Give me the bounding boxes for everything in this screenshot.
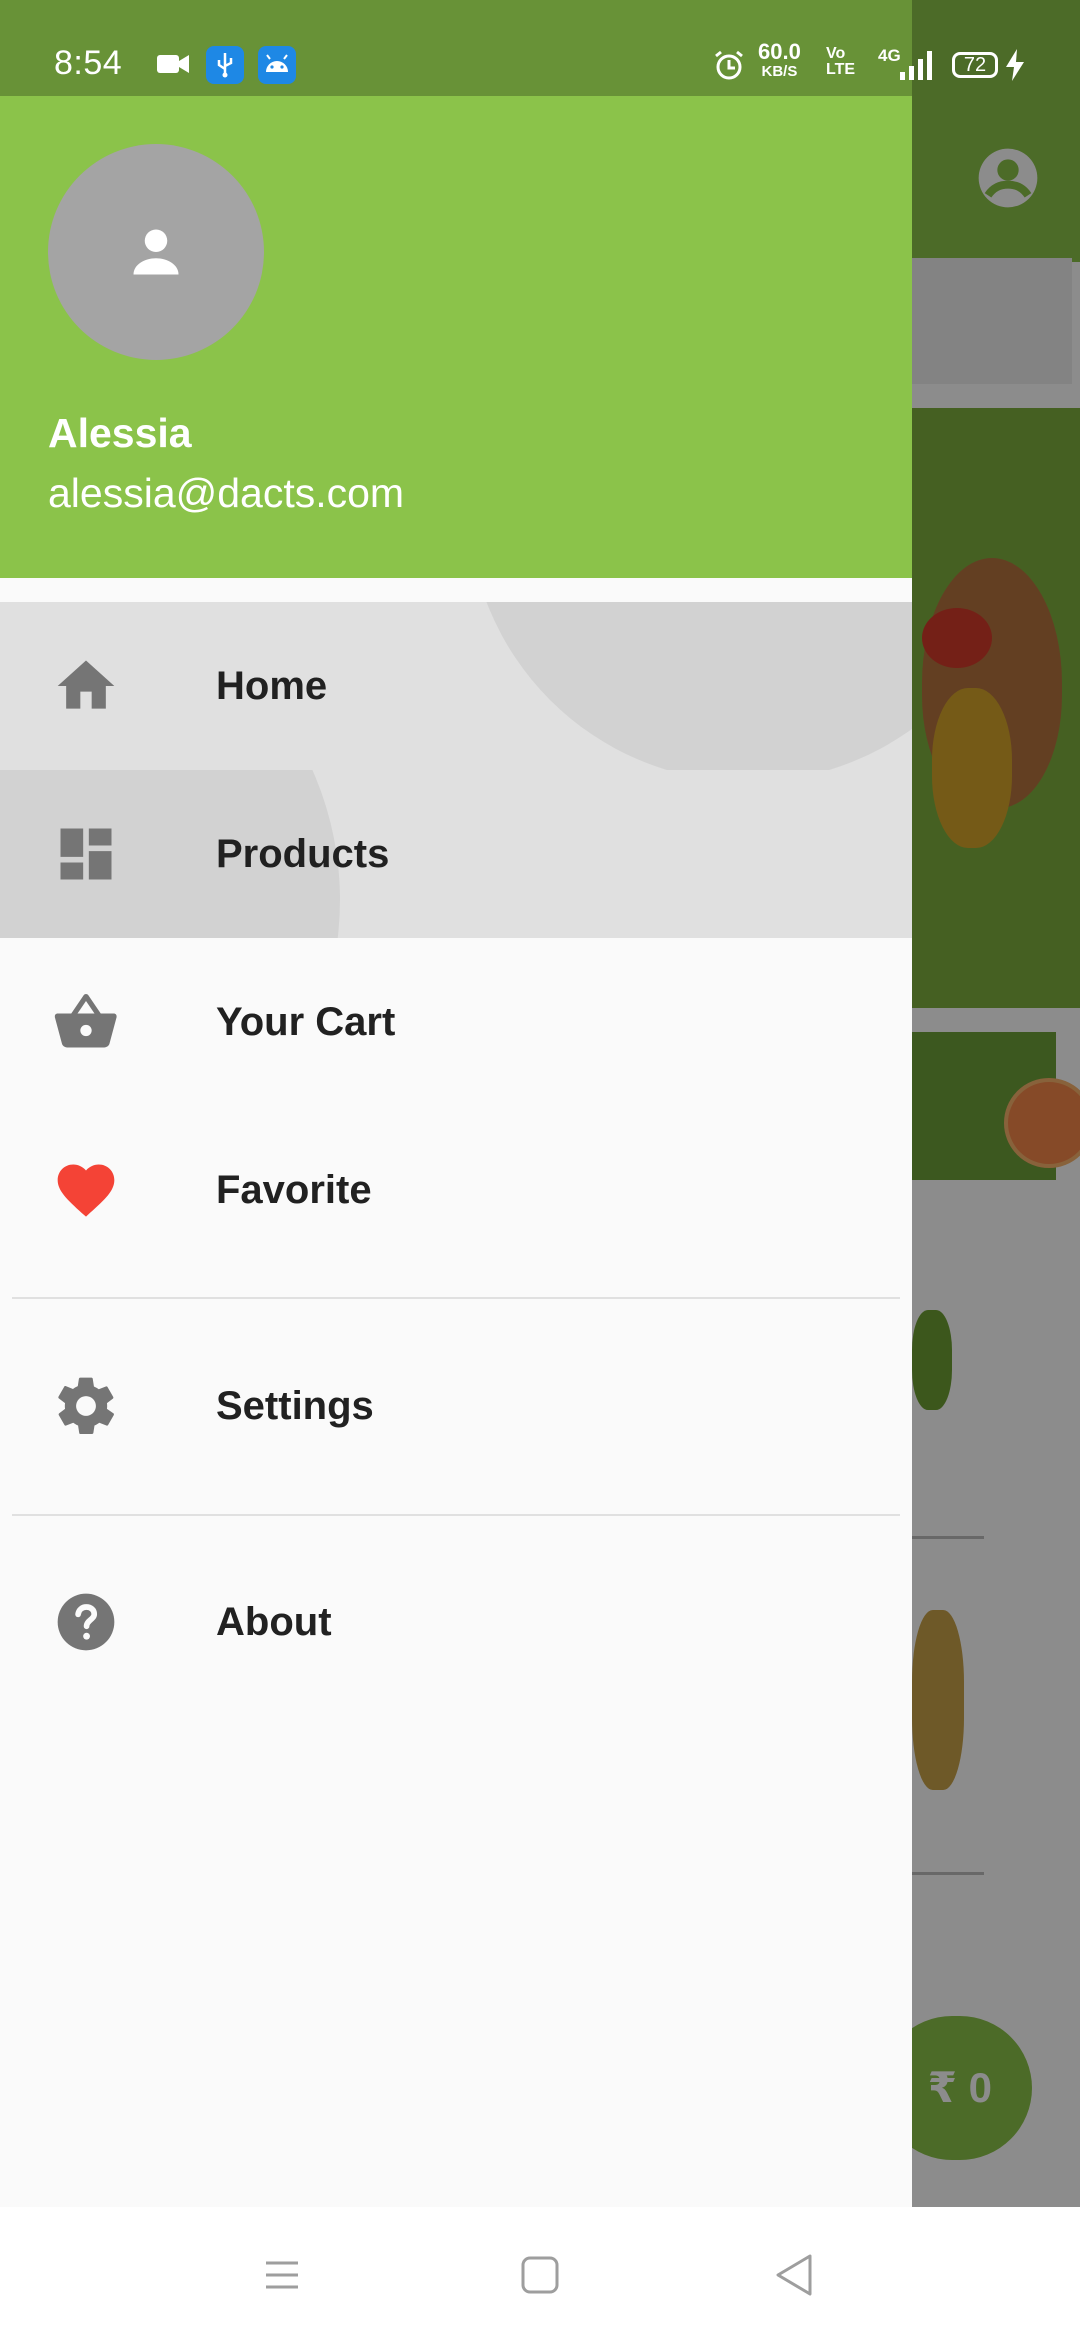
network-rate: 60.0 KB/S: [758, 39, 801, 82]
drawer-item-favorite[interactable]: Favorite: [0, 1106, 912, 1274]
drawer-divider: [12, 1514, 900, 1516]
account-name: Alessia: [48, 410, 192, 456]
dashboard-icon: [60, 828, 112, 880]
battery-level: 72: [952, 52, 998, 78]
drawer-item-label: Favorite: [216, 1168, 372, 1212]
drawer-item-settings[interactable]: Settings: [0, 1322, 912, 1490]
drawer-item-label: Your Cart: [216, 1000, 396, 1044]
drawer-item-your-cart[interactable]: Your Cart: [0, 938, 912, 1106]
signal-icon: [900, 51, 932, 80]
person-icon: [133, 229, 179, 275]
alarm-icon: [715, 50, 743, 80]
network-rate-value: 60.0: [758, 39, 801, 64]
drawer-item-label: Settings: [216, 1384, 374, 1428]
navigation-drawer: Alessia alessia@dacts.com Home Products …: [0, 0, 912, 2207]
drawer-item-label: Products: [216, 832, 390, 876]
home-nav-button[interactable]: [504, 2239, 576, 2311]
status-bar: 8:54 60.0 KB/S Vo LTE 4G 72: [0, 0, 1080, 96]
drawer-divider: [12, 1297, 900, 1299]
volte-indicator: Vo LTE: [826, 45, 856, 78]
ripple-highlight: [468, 602, 912, 770]
drawer-item-label: Home: [216, 664, 328, 708]
usb-icon: [206, 46, 244, 84]
network-rate-unit: KB/S: [761, 63, 798, 80]
drawer-item-products[interactable]: Products: [0, 770, 912, 938]
drawer-item-home[interactable]: Home: [0, 602, 912, 770]
shopping-basket-icon: [54, 993, 117, 1048]
account-email: alessia@dacts.com: [48, 470, 405, 516]
avatar[interactable]: [48, 144, 264, 360]
help-icon: [57, 1593, 115, 1651]
status-time: 8:54: [54, 44, 123, 82]
video-camera-icon: [157, 55, 189, 73]
drawer-item-about[interactable]: About: [0, 1538, 912, 1706]
drawer-item-label: About: [216, 1600, 332, 1644]
charging-icon: [1006, 49, 1024, 81]
back-nav-button[interactable]: [760, 2239, 832, 2311]
heart-icon: [57, 1164, 115, 1217]
system-nav-bar: [0, 2207, 1080, 2340]
android-icon: [258, 46, 296, 84]
home-icon: [57, 660, 115, 709]
menu-nav-button[interactable]: [246, 2239, 318, 2311]
settings-gear-icon: [58, 1377, 114, 1435]
